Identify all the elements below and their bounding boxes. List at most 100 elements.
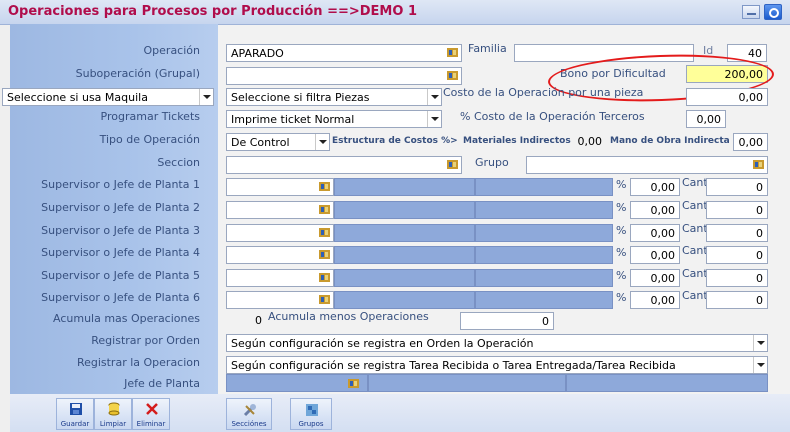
piezas-select-value: Seleccione si filtra Piezas xyxy=(231,91,370,104)
estructura-label: Estructura de Costos %> xyxy=(332,136,458,146)
title-bar: Operaciones para Procesos por Producción… xyxy=(0,0,790,25)
supervisor-5-pct[interactable]: 0,00 xyxy=(630,269,680,287)
tipo-select-value: De Control xyxy=(231,136,290,149)
grupo-input[interactable] xyxy=(526,156,768,174)
jefe-planta-input[interactable] xyxy=(226,374,368,392)
supervisor-6-cant[interactable]: 0 xyxy=(706,291,768,309)
supervisor-5-input[interactable] xyxy=(226,269,334,287)
maquila-select[interactable]: Seleccione si usa Maquila xyxy=(2,88,214,106)
operacion-input[interactable]: APARADO xyxy=(226,44,462,62)
supervisor-2-label: Supervisor o Jefe de Planta 2 xyxy=(41,201,200,214)
supervisor-1-pct-label: % xyxy=(616,178,627,191)
lookup-icon[interactable] xyxy=(446,46,459,59)
supervisor-6-extra xyxy=(475,291,613,309)
groups-icon xyxy=(306,404,318,416)
supervisor-5-pct-label: % xyxy=(616,269,627,282)
tipo-operacion-label: Tipo de Operación xyxy=(99,133,200,146)
lookup-icon[interactable] xyxy=(446,69,459,82)
suboperacion-label: Suboperación (Grupal) xyxy=(75,67,200,80)
acumula-mas-input[interactable]: 0 xyxy=(226,312,266,330)
seccion-label: Seccion xyxy=(157,156,200,169)
seccion-input[interactable] xyxy=(226,156,462,174)
lookup-icon[interactable] xyxy=(752,158,765,171)
mano-obra-input[interactable]: 0,00 xyxy=(733,133,768,151)
supervisor-5-name xyxy=(334,269,475,287)
supervisor-2-pct-label: % xyxy=(616,201,627,214)
jefe-planta-label: Jefe de Planta xyxy=(124,377,200,390)
operacion-label: Operación xyxy=(143,44,200,57)
supervisor-3-name xyxy=(334,224,475,242)
grupos-button[interactable]: Grupos xyxy=(290,398,332,430)
supervisor-1-label: Supervisor o Jefe de Planta 1 xyxy=(41,178,200,191)
lookup-icon[interactable] xyxy=(318,180,331,193)
supervisor-1-extra xyxy=(475,178,613,196)
lookup-icon[interactable] xyxy=(318,271,331,284)
eliminar-button[interactable]: Eliminar xyxy=(132,398,170,430)
tipo-operacion-select[interactable]: De Control xyxy=(226,133,330,151)
supervisor-2-pct[interactable]: 0,00 xyxy=(630,201,680,219)
supervisor-1-cant[interactable]: 0 xyxy=(706,178,768,196)
supervisor-6-pct[interactable]: 0,00 xyxy=(630,291,680,309)
lookup-icon[interactable] xyxy=(347,377,360,390)
tools-icon xyxy=(243,404,256,417)
supervisor-1-input[interactable] xyxy=(226,178,334,196)
lookup-icon[interactable] xyxy=(318,226,331,239)
programar-tickets-label: Programar Tickets xyxy=(100,110,200,123)
supervisor-4-cant[interactable]: 0 xyxy=(706,246,768,264)
lookup-icon[interactable] xyxy=(446,158,459,171)
limpiar-button[interactable]: Limpiar xyxy=(94,398,132,430)
supervisor-3-input[interactable] xyxy=(226,224,334,242)
costo-pieza-input[interactable]: 0,00 xyxy=(686,88,768,106)
chevron-down-icon xyxy=(199,89,213,105)
supervisor-4-input[interactable] xyxy=(226,246,334,264)
ticket-select[interactable]: Imprime ticket Normal xyxy=(226,110,442,128)
costo-terceros-input[interactable]: 0,00 xyxy=(686,110,726,128)
suboperacion-input[interactable] xyxy=(226,67,462,85)
costo-pieza-label: Costo de la Operación por una pieza xyxy=(443,86,644,99)
secciones-button[interactable]: Secciónes xyxy=(226,398,272,430)
grupos-label: Grupos xyxy=(298,420,324,428)
acumula-menos-input[interactable]: 0 xyxy=(460,312,554,330)
database-icon xyxy=(108,402,120,416)
supervisor-3-pct-label: % xyxy=(616,224,627,237)
minimize-button[interactable] xyxy=(742,5,760,19)
supervisor-6-pct-label: % xyxy=(616,291,627,304)
supervisor-1-pct[interactable]: 0,00 xyxy=(630,178,680,196)
supervisor-5-cant[interactable]: 0 xyxy=(706,269,768,287)
chevron-down-icon xyxy=(315,134,329,150)
supervisor-4-pct[interactable]: 0,00 xyxy=(630,246,680,264)
registrar-operacion-label: Registrar la Operacion xyxy=(76,356,200,369)
guardar-label: Guardar xyxy=(60,420,90,428)
lookup-icon[interactable] xyxy=(318,293,331,306)
ticket-select-value: Imprime ticket Normal xyxy=(231,113,355,126)
operacion-value: APARADO xyxy=(231,47,284,60)
registrar-orden-select[interactable]: Según configuración se registra en Orden… xyxy=(226,334,768,352)
materiales-label: Materiales Indirectos xyxy=(463,136,571,146)
lookup-icon[interactable] xyxy=(318,203,331,216)
supervisor-2-input[interactable] xyxy=(226,201,334,219)
supervisor-3-pct[interactable]: 0,00 xyxy=(630,224,680,242)
piezas-select[interactable]: Seleccione si filtra Piezas xyxy=(226,88,442,106)
supervisor-6-input[interactable] xyxy=(226,291,334,309)
acumula-mas-label: Acumula mas Operaciones xyxy=(53,312,200,325)
supervisor-2-cant[interactable]: 0 xyxy=(706,201,768,219)
materiales-input[interactable]: 0,00 xyxy=(566,133,606,151)
supervisor-4-pct-label: % xyxy=(616,246,627,259)
lookup-icon[interactable] xyxy=(318,248,331,261)
supervisor-2-name xyxy=(334,201,475,219)
chevron-down-icon xyxy=(427,111,441,127)
registrar-operacion-value: Según configuración se registra Tarea Re… xyxy=(231,359,676,372)
supervisor-3-extra xyxy=(475,224,613,242)
registrar-operacion-select[interactable]: Según configuración se registra Tarea Re… xyxy=(226,356,768,374)
secciones-label: Secciónes xyxy=(231,420,267,428)
supervisor-4-extra xyxy=(475,246,613,264)
registrar-orden-value: Según configuración se registra en Orden… xyxy=(231,337,534,350)
supervisor-4-name xyxy=(334,246,475,264)
supervisor-3-cant[interactable]: 0 xyxy=(706,224,768,242)
supervisor-2-extra xyxy=(475,201,613,219)
jefe-planta-name xyxy=(368,374,566,392)
app-icon-button[interactable] xyxy=(764,4,782,20)
acumula-menos-label: Acumula menos Operaciones xyxy=(268,310,429,323)
guardar-button[interactable]: Guardar xyxy=(56,398,94,430)
costo-terceros-label: % Costo de la Operación Terceros xyxy=(460,110,645,123)
